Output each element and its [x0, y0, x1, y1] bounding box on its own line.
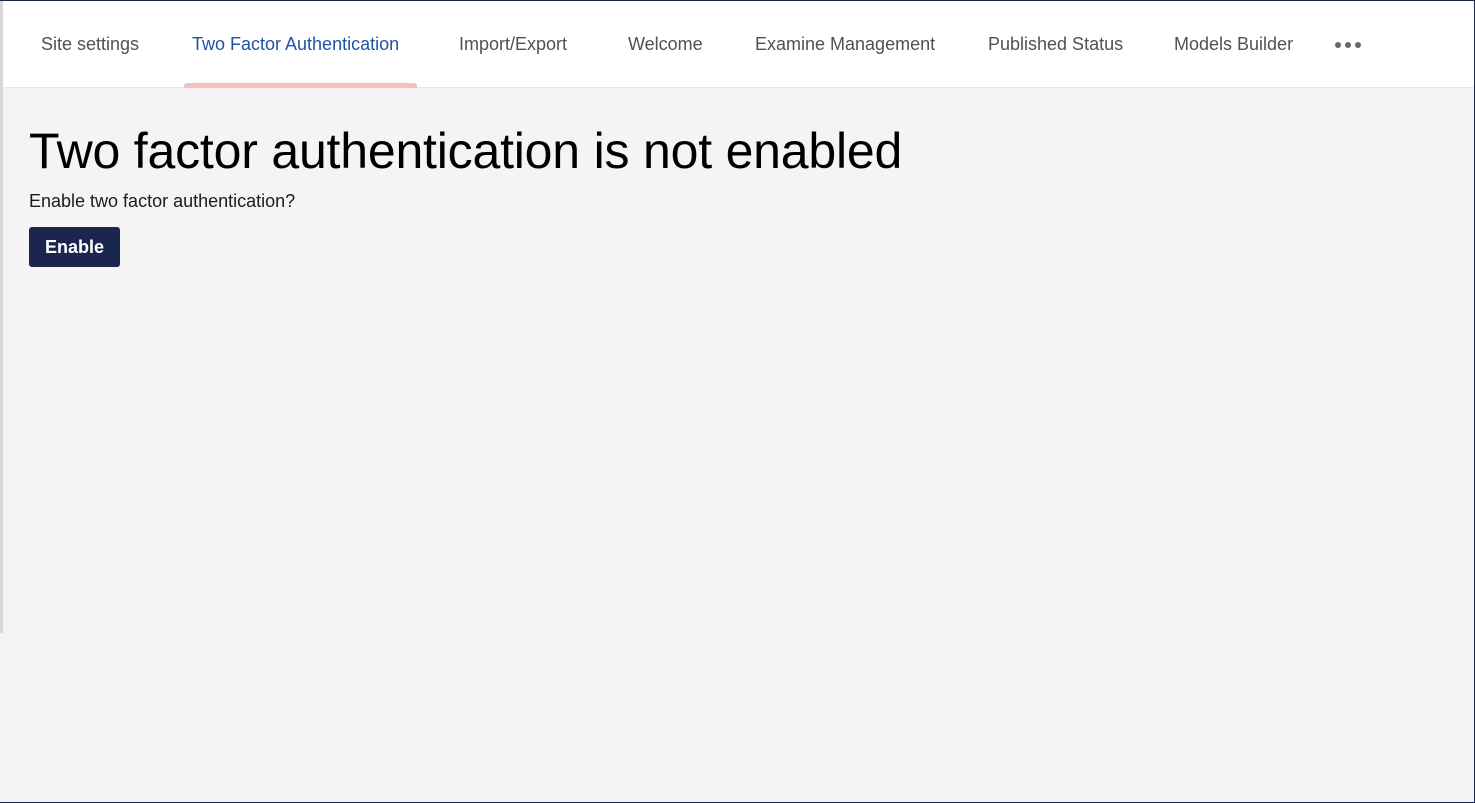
tab-welcome[interactable]: Welcome: [628, 1, 703, 88]
active-tab-indicator: [184, 83, 417, 88]
two-factor-panel: Two factor authentication is not enabled…: [29, 121, 902, 267]
page-subtitle: Enable two factor authentication?: [29, 191, 296, 211]
ellipsis-horizontal-icon: [1335, 42, 1341, 48]
left-edge-divider: [0, 1, 3, 633]
app-frame: Site settings Two Factor Authentication …: [0, 0, 1475, 803]
tab-examine-management[interactable]: Examine Management: [755, 1, 935, 88]
tab-two-factor-authentication[interactable]: Two Factor Authentication: [192, 1, 399, 88]
page-title: Two factor authentication is not enabled: [29, 123, 903, 179]
more-tabs-button[interactable]: [1331, 33, 1365, 57]
ellipsis-dot: [1355, 42, 1361, 48]
enable-button[interactable]: Enable: [29, 227, 120, 267]
tab-site-settings[interactable]: Site settings: [41, 1, 139, 88]
ellipsis-dot: [1345, 42, 1351, 48]
dashboard-tab-bar: Site settings Two Factor Authentication …: [3, 1, 1474, 88]
tab-models-builder[interactable]: Models Builder: [1174, 1, 1293, 88]
tab-published-status[interactable]: Published Status: [988, 1, 1123, 88]
tab-import-export[interactable]: Import/Export: [459, 1, 567, 88]
